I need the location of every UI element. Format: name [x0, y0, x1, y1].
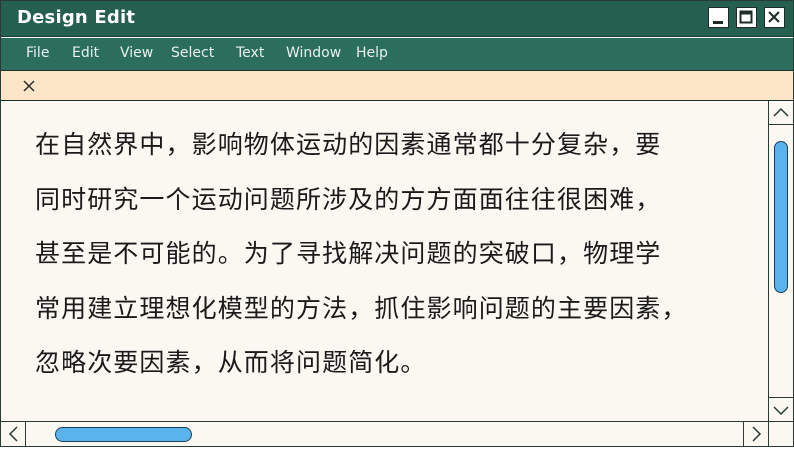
menu-file[interactable]: File: [26, 45, 49, 61]
text-line: 甚至是不可能的。为了寻找解决问题的突破口，物理学: [35, 239, 662, 268]
menu-select[interactable]: Select: [171, 45, 214, 61]
scroll-up-button[interactable]: [769, 101, 793, 125]
menu-bar: File Edit View Select Text Window Help: [1, 38, 793, 70]
tab-strip: [1, 70, 793, 101]
scroll-down-button[interactable]: [769, 397, 793, 421]
close-icon[interactable]: [21, 78, 37, 94]
horizontal-scrollbar[interactable]: [1, 421, 768, 447]
text-line: 常用建立理想化模型的方法，抓住影响问题的主要因素，: [35, 293, 688, 323]
menu-view[interactable]: View: [120, 45, 153, 61]
maximize-button[interactable]: [736, 7, 757, 28]
body-paragraph: 在自然界中，影响物体运动的因素通常都十分复杂，要 同时研究一个运动问题所涉及的方…: [35, 118, 755, 391]
chevron-down-icon: [773, 406, 789, 416]
scrollbar-corner: [768, 421, 793, 446]
app-window: Design Edit File Edit View Select Text W…: [0, 0, 794, 447]
window-title: Design Edit: [17, 7, 136, 28]
vertical-scroll-thumb[interactable]: [774, 141, 788, 293]
title-bar[interactable]: Design Edit: [1, 1, 793, 37]
minimize-icon: [713, 21, 723, 24]
maximize-icon: [739, 10, 753, 24]
close-icon: [768, 11, 780, 23]
menu-window[interactable]: Window: [286, 45, 341, 61]
text-line: 同时研究一个运动问题所涉及的方方面面往往很困难，: [35, 184, 662, 214]
text-line: 在自然界中，影响物体运动的因素通常都十分复杂，要: [35, 130, 662, 159]
chevron-right-icon: [752, 426, 762, 442]
close-button[interactable]: [764, 7, 785, 28]
document-area[interactable]: 在自然界中，影响物体运动的因素通常都十分复杂，要 同时研究一个运动问题所涉及的方…: [1, 101, 768, 421]
scroll-right-button[interactable]: [743, 422, 768, 447]
chevron-left-icon: [8, 426, 18, 442]
vertical-scrollbar[interactable]: [768, 101, 793, 421]
chevron-up-icon: [773, 107, 789, 117]
horizontal-scroll-thumb[interactable]: [55, 427, 192, 442]
minimize-button[interactable]: [708, 7, 729, 28]
scroll-left-button[interactable]: [1, 422, 26, 447]
menu-text[interactable]: Text: [236, 45, 264, 61]
menu-edit[interactable]: Edit: [72, 45, 99, 61]
text-line: 忽略次要因素，从而将问题简化。: [35, 348, 427, 377]
menu-help[interactable]: Help: [356, 45, 388, 61]
